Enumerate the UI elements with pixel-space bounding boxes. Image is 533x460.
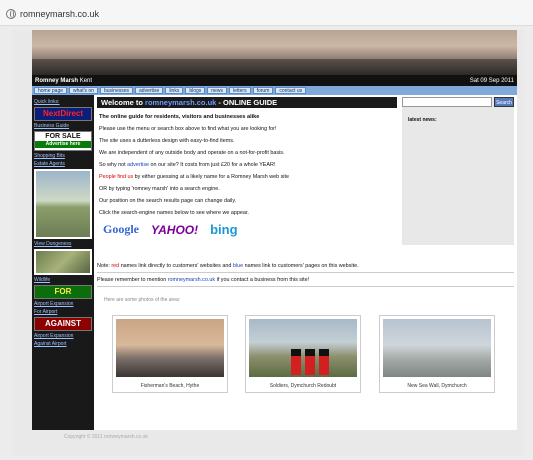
main-nav: home page what's on businesses advertise… (32, 86, 517, 95)
remember-prefix: Please remember to mention (97, 277, 167, 283)
remember-suffix: if you contact a business from this site… (216, 277, 310, 283)
banner-landscape (32, 59, 517, 75)
nextdirect-ad[interactable]: NextDirect (34, 107, 92, 121)
site-banner (32, 30, 517, 75)
nav-links[interactable]: links (165, 87, 184, 94)
nav-advertise[interactable]: advertise (135, 87, 164, 94)
soldiers-figures (291, 339, 331, 375)
heading-site-name: romneymarsh.co.uk (145, 98, 217, 107)
para-click-engines: Click the search-engine names below to s… (99, 210, 249, 216)
website: Romney Marsh Kent Sat 09 Sep 2011 home p… (32, 30, 517, 440)
left-sidebar: Quick links: NextDirect Business Guide F… (32, 95, 94, 430)
against-airport-ad[interactable]: AGAINST (34, 317, 92, 331)
browser-tab-bar: romneymarsh.co.uk (0, 0, 533, 26)
photo-image (249, 319, 357, 377)
remember-text: Please remember to mention romneymarsh.c… (97, 277, 514, 283)
note-end: names link to customers' pages on this w… (244, 263, 359, 269)
for-sale-sub: Advertise here (35, 141, 91, 148)
para-independent: We are independent of any outside body a… (99, 150, 285, 156)
welcome-heading: Welcome to romneymarsh.co.uk - ONLINE GU… (97, 97, 397, 108)
nav-news[interactable]: news (207, 87, 227, 94)
heading-prefix: Welcome to (101, 98, 143, 107)
latest-news-label: latest news: (408, 117, 437, 123)
nav-home[interactable]: home page (34, 87, 68, 94)
wildlife-photo[interactable] (34, 249, 92, 275)
photo-hythe[interactable]: Fisherman's Beach, Hythe (112, 315, 228, 393)
para-menu: Please use the menu or search box above … (99, 126, 277, 132)
for-sale-title: FOR SALE (45, 133, 81, 140)
remember-link[interactable]: romneymarsh.co.uk (168, 277, 215, 283)
page-viewport: Romney Marsh Kent Sat 09 Sep 2011 home p… (12, 30, 524, 456)
photo-sea-wall[interactable]: New Sea Wall, Dymchurch (379, 315, 495, 393)
para-advertise: So why not advertise on our site? It cos… (99, 162, 395, 168)
search-input[interactable] (402, 97, 492, 107)
against-airport-link[interactable]: Against Airport (34, 341, 92, 347)
current-date: Sat 09 Sep 2011 (469, 77, 514, 84)
quick-links-label[interactable]: Quick links: (34, 99, 92, 105)
main-content: Welcome to romneymarsh.co.uk - ONLINE GU… (97, 97, 397, 241)
intro-text: The online guide for residents, visitors… (99, 114, 260, 120)
photo-soldiers[interactable]: Soldiers, Dymchurch Redoubt (245, 315, 361, 393)
site-county: Kent (79, 77, 93, 84)
google-link[interactable]: Google (103, 222, 139, 237)
site-name: Romney Marsh (35, 77, 79, 84)
business-guide-link[interactable]: Business Guide (34, 123, 92, 129)
browser-tab[interactable]: romneymarsh.co.uk (6, 5, 156, 23)
google-label: Google (103, 222, 139, 236)
note-red: red (111, 263, 120, 269)
find-us-red: People find us (99, 174, 134, 180)
dungeness-link[interactable]: View Dungeness (34, 241, 92, 247)
nav-contact[interactable]: contact us (275, 87, 307, 94)
note-prefix: Note: (97, 263, 110, 269)
note-text: Note: red names link directly to custome… (97, 263, 514, 269)
nav-letters[interactable]: letters (228, 87, 251, 94)
photo-caption: Fisherman's Beach, Hythe (140, 383, 200, 389)
divider (97, 286, 514, 287)
photo-image (383, 319, 491, 377)
against-airport-caption[interactable]: Airport Expansion (34, 333, 92, 339)
dungeness-photo[interactable] (34, 169, 92, 239)
para-search-engine: OR by typing 'romney marsh' into a searc… (99, 186, 220, 192)
shopping-link[interactable]: Shopping Bits (34, 153, 92, 159)
note-blue: blue (232, 263, 244, 269)
photo-image (116, 319, 224, 377)
footer: Copyright © 2011 romneymarsh.co.uk (64, 434, 148, 440)
para-design: The site uses a dutterless design with e… (99, 138, 235, 144)
note-middle: names link directly to customers' websit… (120, 263, 232, 269)
search-button[interactable]: Search (494, 97, 514, 107)
yahoo-link[interactable]: YAHOO! (151, 223, 198, 237)
para-find-us: People find us by either guessing at a l… (99, 174, 395, 180)
find-us-rest: by either guessing at a likely name for … (134, 174, 289, 180)
nav-whats-on[interactable]: what's on (69, 87, 98, 94)
tab-title: romneymarsh.co.uk (20, 9, 100, 19)
right-panel: Search latest news: (402, 97, 514, 245)
estate-agents-link[interactable]: Estate Agents (34, 161, 92, 167)
photos-intro: Here are some photos of the area: (104, 297, 181, 303)
advertise-link[interactable]: advertise (127, 162, 149, 168)
for-airport-caption[interactable]: Airport Expansion (34, 301, 92, 307)
globe-icon (6, 9, 16, 19)
photo-caption: New Sea Wall, Dymchurch (407, 383, 467, 389)
photo-caption: Soldiers, Dymchurch Redoubt (269, 383, 337, 389)
bing-link[interactable]: bing (210, 222, 237, 237)
nav-businesses[interactable]: businesses (100, 87, 134, 94)
for-airport-ad[interactable]: FOR (34, 285, 92, 299)
for-airport-link[interactable]: For Airport (34, 309, 92, 315)
search-engine-links: Google YAHOO! bing (103, 222, 391, 237)
site-title-bar: Romney Marsh Kent Sat 09 Sep 2011 (32, 75, 517, 86)
nav-blogs[interactable]: blogs (185, 87, 206, 94)
divider (97, 272, 514, 273)
nav-forum[interactable]: forum (252, 87, 274, 94)
advertise-suffix: on our site? It costs from just £20 for … (150, 162, 276, 168)
para-position: Our position on the search results page … (99, 198, 237, 204)
advertise-prefix: So why not (99, 162, 126, 168)
for-sale-ad[interactable]: FOR SALE Advertise here (34, 131, 92, 151)
heading-suffix: - ONLINE GUIDE (218, 98, 278, 107)
wildlife-link[interactable]: Wildlife (34, 277, 92, 283)
